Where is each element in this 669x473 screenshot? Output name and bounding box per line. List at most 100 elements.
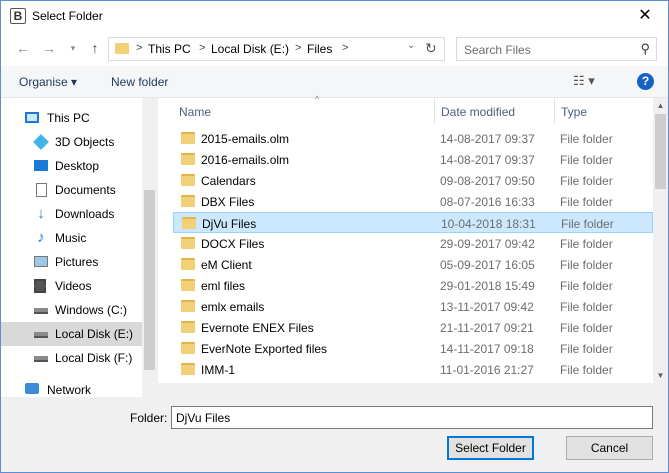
file-list-horizontal-scrollbar[interactable]	[158, 383, 668, 397]
file-date-modified: 21-11-2017 09:21	[440, 321, 534, 335]
search-icon[interactable]: ⚲	[640, 41, 650, 57]
breadcrumb-separator: >	[295, 42, 302, 54]
search-input[interactable]: Search Files	[464, 43, 531, 57]
file-row[interactable]: IMM-1 11-01-2016 21:27 File folder	[173, 359, 653, 380]
chevron-down-icon[interactable]: ⌄	[407, 40, 415, 51]
scroll-up-icon[interactable]: ▲	[653, 98, 668, 113]
forward-button[interactable]: →	[39, 38, 59, 58]
file-name: Evernote ENEX Files	[201, 321, 314, 335]
file-name: DOCX Files	[201, 237, 265, 251]
new-folder-button[interactable]: New folder	[111, 75, 168, 89]
nav-item-downloads[interactable]: ↓ Downloads	[1, 202, 142, 226]
file-name: IMM-1	[201, 363, 235, 377]
nav-item-label: Music	[55, 231, 87, 245]
file-row[interactable]: 2015-emails.olm 14-08-2017 09:37 File fold…	[173, 128, 653, 149]
scroll-down-icon[interactable]: ▼	[653, 368, 668, 383]
column-header-type[interactable]: Type	[555, 98, 653, 124]
address-row: ← → ▾ ↑ > This PC > Local Disk (E:) > Fi…	[1, 32, 668, 66]
nav-item-videos[interactable]: Videos	[1, 274, 142, 298]
file-row[interactable]: eM Client 05-09-2017 16:05 File folder	[173, 254, 653, 275]
file-type: File folder	[560, 132, 613, 146]
breadcrumb-separator: >	[136, 42, 143, 54]
organise-button[interactable]: Organise ▾	[19, 75, 77, 89]
file-row[interactable]: 2016-emails.olm 14-08-2017 09:37 File fold…	[173, 149, 653, 170]
breadcrumb-this-pc[interactable]: This PC	[148, 42, 191, 56]
nav-scrollbar-thumb[interactable]	[144, 190, 155, 370]
file-list-scrollbar-thumb[interactable]	[655, 114, 666, 189]
nav-item-music[interactable]: ♪ Music	[1, 226, 142, 250]
file-date-modified: 29-09-2017 09:42	[440, 237, 535, 251]
navigation-pane: This PC 3D Objects Desktop Documents ↓ D…	[1, 98, 157, 397]
file-name: DBX Files	[201, 195, 255, 209]
file-name: EverNote Exported files	[201, 342, 328, 356]
file-date-modified: 14-11-2017 09:18	[440, 342, 534, 356]
up-button[interactable]: ↑	[85, 38, 105, 58]
desktop-icon	[34, 160, 48, 171]
column-header-label: Type	[561, 105, 588, 119]
folder-icon	[181, 342, 195, 354]
nav-item-windows-c[interactable]: Windows (C:)	[1, 298, 142, 322]
folder-icon	[181, 300, 195, 312]
file-row[interactable]: EverNote Exported files 14-11-2017 09:18 F…	[173, 338, 653, 359]
nav-item-3d-objects[interactable]: 3D Objects	[1, 130, 142, 154]
nav-scrollbar[interactable]	[142, 98, 157, 397]
title-bar: B Select Folder ✕	[1, 1, 668, 32]
file-type: File folder	[560, 363, 613, 377]
file-row[interactable]: DjVu Files 10-04-2018 18:31 File folder	[173, 212, 653, 233]
file-type: File folder	[560, 300, 613, 314]
refresh-icon[interactable]: ↻	[425, 40, 437, 57]
nav-item-label: Pictures	[55, 255, 99, 269]
breadcrumb-local-disk-e[interactable]: Local Disk (E:)	[211, 42, 289, 56]
folder-icon	[181, 195, 195, 207]
select-folder-button[interactable]: Select Folder	[447, 436, 534, 460]
breadcrumb-files[interactable]: Files	[307, 42, 332, 56]
select-folder-dialog: B Select Folder ✕ ← → ▾ ↑ > This PC > Lo…	[0, 0, 669, 473]
file-type: File folder	[561, 217, 614, 231]
file-name: Calendars	[201, 174, 256, 188]
file-row[interactable]: eml files 29-01-2018 15:49 File folder	[173, 275, 653, 296]
file-row[interactable]: DBX Files 08-07-2016 16:33 File folder	[173, 191, 653, 212]
file-row[interactable]: Calendars 09-08-2017 09:50 File folder	[173, 170, 653, 191]
nav-item-label: 3D Objects	[55, 135, 115, 149]
file-type: File folder	[560, 258, 613, 272]
file-row[interactable]: Evernote ENEX Files 21-11-2017 09:21 File …	[173, 317, 653, 338]
nav-item-documents[interactable]: Documents	[1, 178, 142, 202]
nav-item-this-pc[interactable]: This PC	[1, 106, 142, 130]
file-date-modified: 13-11-2017 09:42	[440, 300, 534, 314]
nav-item-local-disk-f[interactable]: Local Disk (F:)	[1, 346, 142, 370]
breadcrumb-separator: >	[199, 42, 206, 54]
back-button[interactable]: ←	[13, 38, 33, 58]
nav-item-desktop[interactable]: Desktop	[1, 154, 142, 178]
command-bar: Organise ▾ New folder ☷ ▾ ?	[1, 66, 668, 98]
folder-input[interactable]	[171, 406, 653, 429]
cancel-button[interactable]: Cancel	[566, 436, 653, 460]
address-bar[interactable]: > This PC > Local Disk (E:) > Files > ⌄ …	[108, 37, 445, 61]
file-name: 2015-emails.olm	[201, 132, 290, 146]
computer-icon	[25, 112, 39, 123]
file-list-vertical-scrollbar[interactable]: ▲ ▼	[653, 98, 668, 383]
file-date-modified: 09-08-2017 09:50	[440, 174, 535, 188]
nav-item-local-disk-e[interactable]: Local Disk (E:)	[1, 322, 142, 346]
file-date-modified: 14-08-2017 09:37	[440, 153, 535, 167]
file-row[interactable]: DOCX Files 29-09-2017 09:42 File folder	[173, 233, 653, 254]
view-options-icon[interactable]: ☷ ▾	[573, 73, 595, 89]
file-type: File folder	[560, 195, 613, 209]
file-type: File folder	[560, 174, 613, 188]
recent-dropdown-button[interactable]: ▾	[63, 38, 83, 58]
picture-icon	[34, 256, 48, 267]
column-header-name[interactable]: ^ Name	[173, 94, 435, 124]
nav-item-label: Local Disk (E:)	[55, 327, 134, 341]
breadcrumb-separator: >	[342, 42, 349, 54]
folder-icon	[181, 258, 195, 270]
search-box[interactable]: Search Files ⚲	[456, 37, 657, 61]
file-row[interactable]: emlx emails 13-11-2017 09:42 File folder	[173, 296, 653, 317]
video-icon	[34, 279, 46, 293]
column-header-date[interactable]: Date modified	[435, 98, 555, 124]
sort-ascending-icon: ^	[315, 94, 320, 104]
folder-icon	[181, 153, 195, 165]
file-type: File folder	[560, 153, 613, 167]
help-icon[interactable]: ?	[637, 73, 654, 90]
nav-item-pictures[interactable]: Pictures	[1, 250, 142, 274]
close-button[interactable]: ✕	[622, 1, 668, 31]
file-date-modified: 05-09-2017 16:05	[440, 258, 535, 272]
